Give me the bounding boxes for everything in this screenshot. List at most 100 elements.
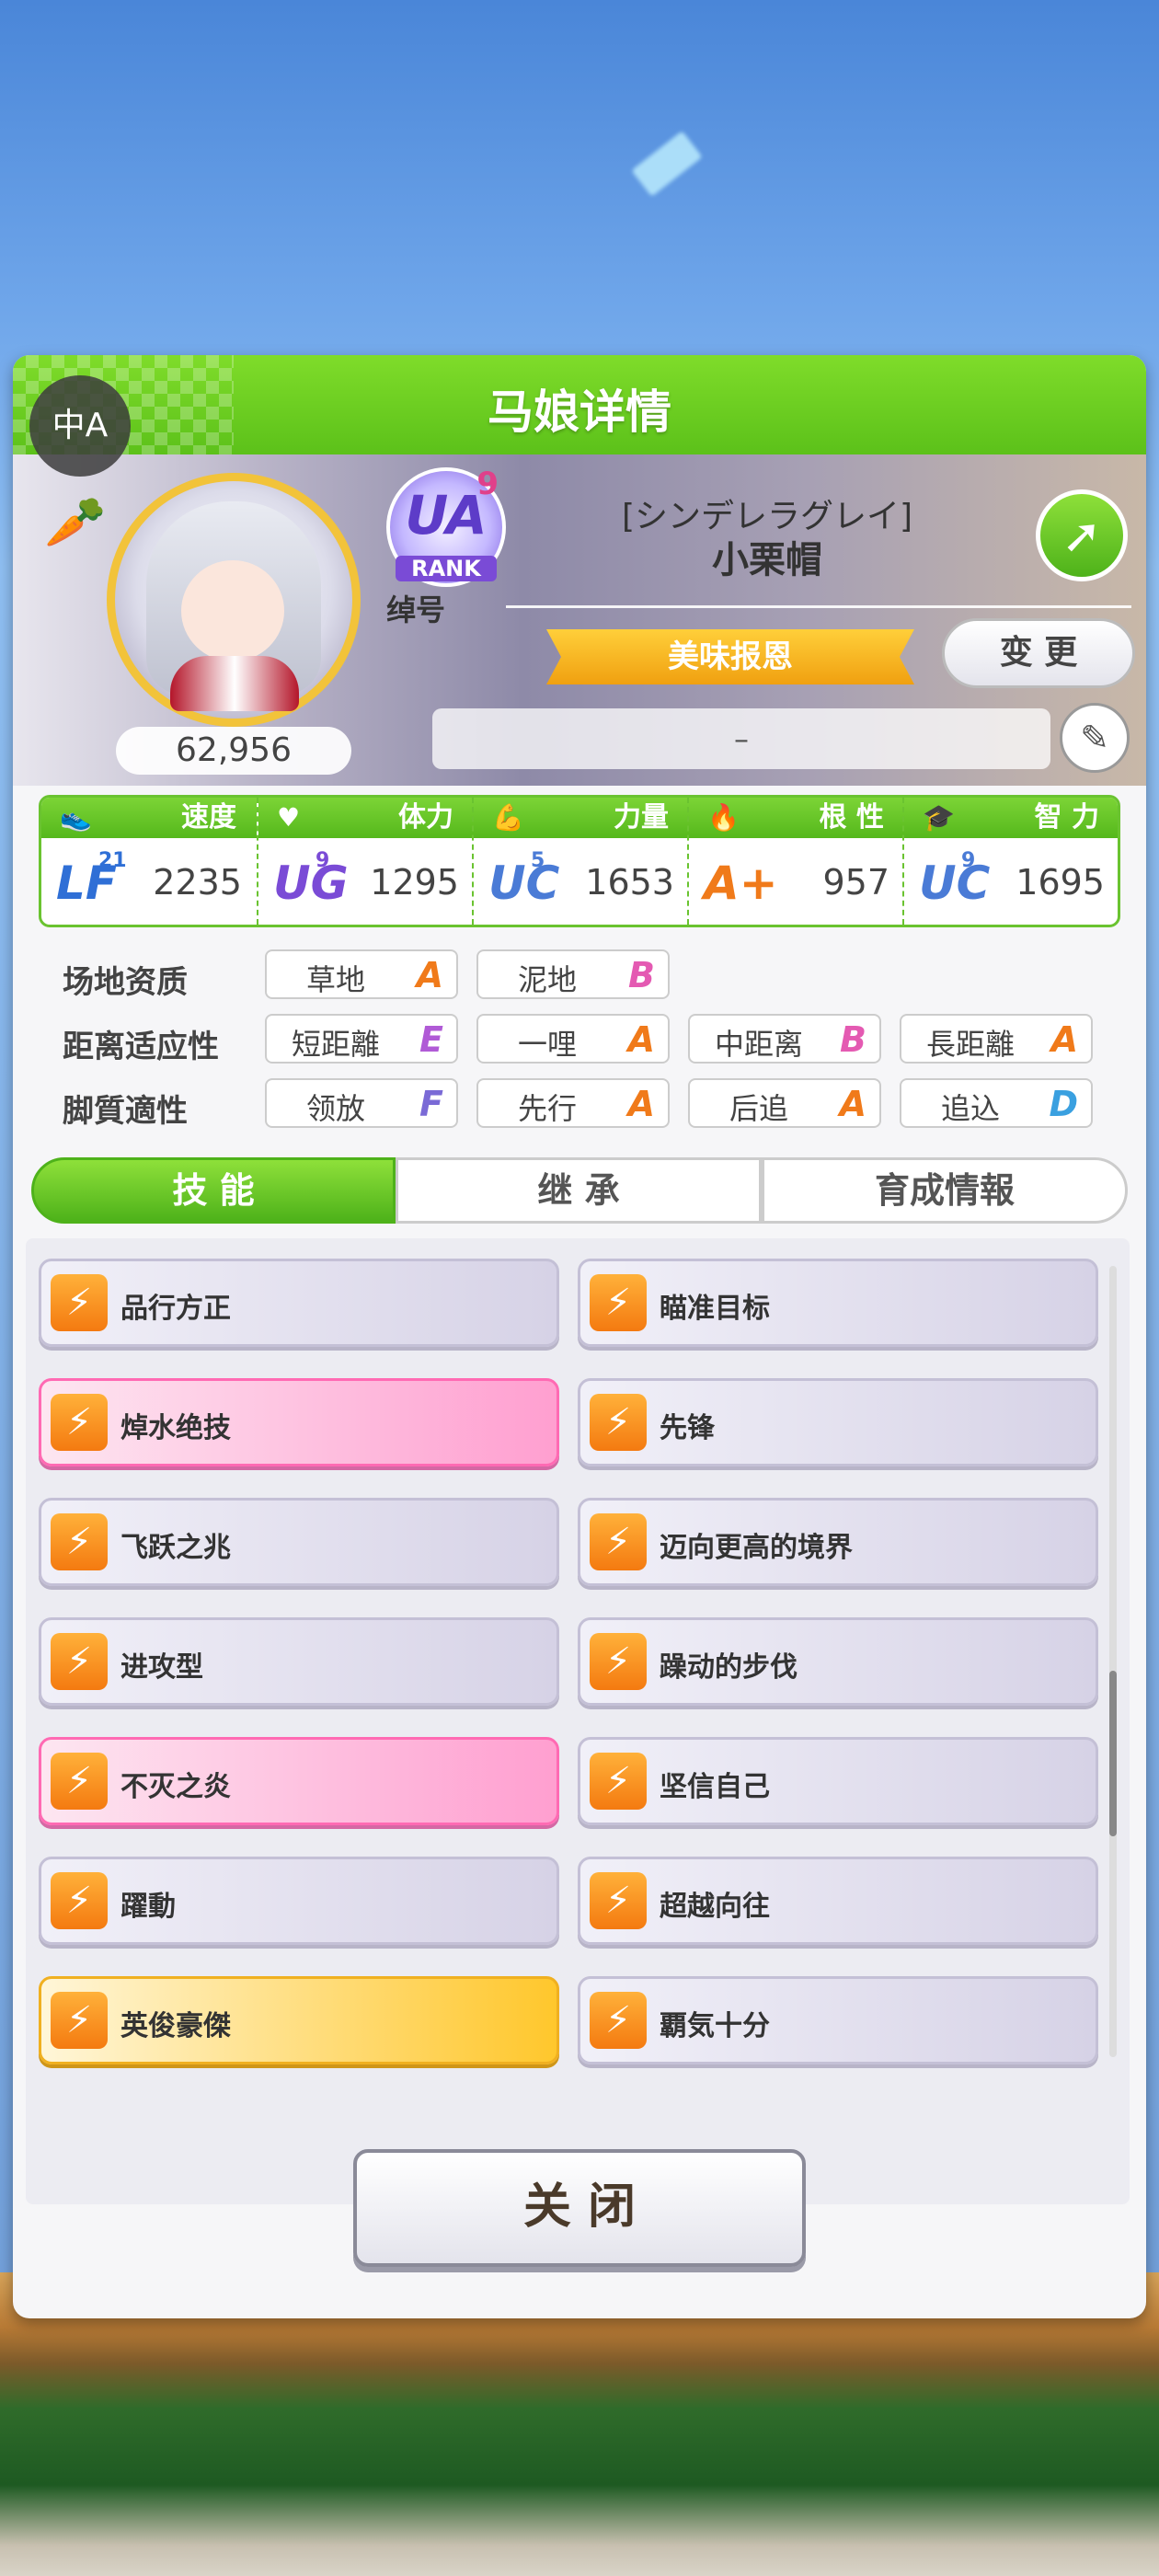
field-aptitude-label: 场地资质 [63,964,188,1001]
scrollbar-track[interactable] [1109,1266,1117,2057]
share-icon: ➚ [1061,509,1102,564]
skill-item[interactable]: ⚡ 躍動 [39,1857,559,1945]
change-title-button[interactable]: 变 更 [942,618,1135,688]
stat-label: 速度 [181,801,236,834]
aptitude-grade: B [840,1019,866,1060]
stat-header: 👟 速度 [41,798,257,838]
skill-item[interactable]: ⚡ 飞跃之兆 [39,1498,559,1586]
skill-item[interactable]: ⚡ 躁动的步伐 [578,1617,1098,1706]
aptitude-name: 领放 [305,1091,365,1126]
skill-icon: ⚡ [51,1274,108,1331]
skill-icon: ⚡ [590,1513,647,1570]
skill-icon: ⚡ [590,1274,647,1331]
stat-grade-sub: 21 [98,849,127,872]
skill-item[interactable]: ⚡ 先锋 [578,1378,1098,1466]
stat-body: UC 5 1653 [474,838,689,925]
stat-value: 2235 [153,862,242,903]
skill-icon: ⚡ [590,1394,647,1451]
character-portrait[interactable] [107,473,361,727]
skill-item[interactable]: ⚡ 进攻型 [39,1617,559,1706]
skill-item[interactable]: ⚡ 坚信自己 [578,1737,1098,1825]
skill-item[interactable]: ⚡ 覇気十分 [578,1976,1098,2064]
aptitude-grade: A [1050,1019,1078,1060]
skill-icon: ⚡ [51,1992,108,2049]
skill-name: 覇気十分 [660,2010,770,2042]
skill-item[interactable]: ⚡ 不灭之炎 [39,1737,559,1825]
stat-body: UC 9 1695 [904,838,1118,925]
skill-name: 超越向往 [660,1891,770,1923]
aptitude-grade: F [419,1084,443,1124]
aptitude-name: 后追 [729,1091,788,1126]
skill-icon: ⚡ [590,1753,647,1810]
translate-icon: 中A [52,407,109,444]
rank-label: RANK [396,556,497,581]
close-button[interactable]: 关 闭 [353,2149,806,2267]
stat-header: ♥ 体力 [258,798,474,838]
tab-skills[interactable]: 技 能 [31,1157,396,1224]
skill-name: 进攻型 [120,1651,203,1684]
stat-value: 1295 [370,862,459,903]
aptitude-cell: 長距離 A [900,1014,1093,1064]
edit-comment-button[interactable]: ✎ [1060,703,1130,773]
skill-name: 飞跃之兆 [120,1532,231,1564]
pencil-icon: ✎ [1080,718,1109,758]
skill-icon: ⚡ [590,1872,647,1929]
shoe-icon: 👟 [60,802,92,833]
aptitude-grade: E [419,1019,443,1060]
aptitude-name: 草地 [305,962,365,997]
translate-button[interactable]: 中A [29,375,131,477]
stat-column: 👟 速度 LF 21 2235 [41,798,257,925]
skill-item[interactable]: ⚡ 瞄准目标 [578,1259,1098,1347]
aptitude-cell: 草地 A [265,949,458,999]
stat-label: 体力 [398,801,453,834]
stat-header: 🎓 智 力 [904,798,1118,838]
background-sparkle [631,131,703,197]
aptitude-cell: 追込 D [900,1078,1093,1128]
skill-item[interactable]: ⚡ 品行方正 [39,1259,559,1347]
share-button[interactable]: ➚ [1036,489,1128,581]
skill-item[interactable]: ⚡ 英俊豪傑 [39,1976,559,2064]
skill-icon: ⚡ [51,1872,108,1929]
stat-label: 智 力 [1034,801,1099,834]
style-aptitude-label: 脚質適性 [63,1093,188,1130]
character-name: 小栗帽 [712,539,822,581]
scrollbar-thumb[interactable] [1109,1671,1117,1836]
skill-name: 坚信自己 [660,1771,770,1803]
stat-label: 根 性 [819,801,884,834]
skill-name: 不灭之炎 [120,1771,231,1803]
horse-detail-panel: 马娘详情 🥕 62,956 UA 9 RANK 绰号 [シンデレラグレイ] 小栗… [13,355,1146,2318]
skill-item[interactable]: ⚡ 迈向更高的境界 [578,1498,1098,1586]
stat-body: UG 9 1295 [258,838,474,925]
divider [506,605,1131,608]
aptitude-cell: 领放 F [265,1078,458,1128]
aptitude-grade: A [627,1019,655,1060]
aptitude-cell: 先行 A [476,1078,670,1128]
portrait-outfit [170,656,299,711]
skills-list[interactable]: ⚡ 品行方正 ⚡ 瞄准目标 ⚡ 焯水绝技 ⚡ 先锋 ⚡ 飞跃之兆 ⚡ 迈向更高的境界 ⚡ 进攻型 ⚡ 躁动的步… [26,1238,1130,2204]
skill-item[interactable]: ⚡ 焯水绝技 [39,1378,559,1466]
skill-name: 先锋 [660,1412,715,1444]
aptitude-cell: 中距离 B [688,1014,881,1064]
stat-grade: A+ [704,857,778,910]
aptitude-grade: A [416,955,443,995]
distance-aptitude-label: 距离适应性 [63,1029,219,1065]
title-caption: 绰号 [386,592,446,627]
carrot-icon: 🥕 [44,493,107,551]
page-title: 马娘详情 [488,385,671,439]
tab-training-info[interactable]: 育成情報 [762,1157,1128,1224]
stat-header: 🔥 根 性 [689,798,904,838]
skill-name: 躍動 [120,1891,176,1923]
stats-table: 👟 速度 LF 21 2235 ♥ 体力 UG 9 1295 💪 力量 UC 5 1653 🔥 根 性 A+ 957… [39,795,1120,927]
aptitude-name: 長距離 [925,1027,1015,1062]
skill-item[interactable]: ⚡ 超越向往 [578,1857,1098,1945]
stat-body: A+ 957 [689,838,904,925]
muscle-icon: 💪 [492,802,524,833]
skill-name: 躁动的步伐 [660,1651,798,1684]
aptitude-grade: A [839,1084,866,1124]
stat-grade-sub: 9 [316,849,330,872]
stat-column: 🔥 根 性 A+ 957 [687,798,904,925]
stat-column: 💪 力量 UC 5 1653 [472,798,689,925]
aptitude-name: 一哩 [517,1027,577,1062]
tab-inheritance[interactable]: 继 承 [396,1157,762,1224]
rank-badge: UA 9 RANK [386,466,506,587]
